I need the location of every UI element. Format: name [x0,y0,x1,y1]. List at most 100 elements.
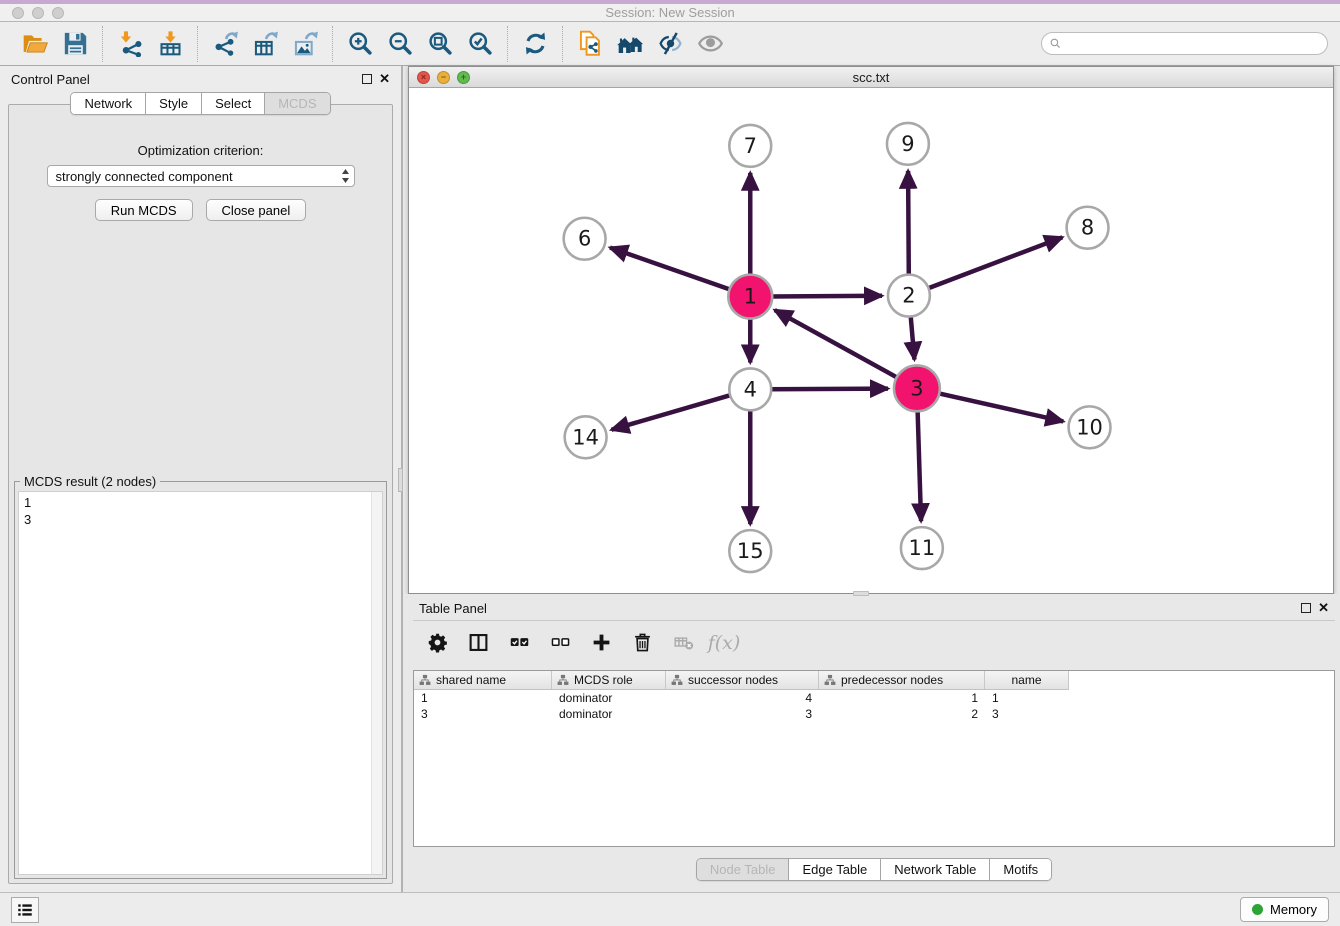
graph-node-label: 8 [1081,216,1094,240]
column-header-shared-name[interactable]: shared name [414,671,552,689]
table-row[interactable]: 3dominator323 [414,706,1334,722]
select-all-columns-button[interactable] [507,631,531,655]
mcds-result-list[interactable]: 13 [18,491,383,875]
graph-node-8[interactable]: 8 [1067,207,1109,249]
table-cell[interactable]: 1 [985,691,1069,705]
export-table-button[interactable] [247,26,283,62]
task-history-button[interactable] [11,897,39,923]
graph-node-1[interactable]: 1 [728,275,772,319]
column-header-label: shared name [436,673,506,687]
import-network-from-file-button[interactable] [112,26,148,62]
tab-network-table[interactable]: Network Table [881,859,990,880]
table-cell[interactable]: 1 [414,691,552,705]
network-window-maximize-button[interactable]: + [457,71,470,84]
show-all-button [692,26,728,62]
table-cell[interactable]: 2 [819,707,985,721]
splitter-handle[interactable] [853,591,869,596]
scrollbar[interactable] [371,492,382,874]
graph-edge-3-10[interactable] [937,393,1063,421]
tab-node-table[interactable]: Node Table [697,859,790,880]
graph-edge-1-2[interactable] [770,296,882,297]
zoom-in-button[interactable] [342,26,378,62]
graph-edge-2-9[interactable] [908,171,909,277]
workspace-column: ×−+ scc.txt 1234678910111415 Table Panel… [403,66,1340,892]
graph-node-15[interactable]: 15 [729,530,771,572]
open-session-button[interactable] [17,26,53,62]
apply-preferred-layout-button[interactable] [517,26,553,62]
float-panel-icon[interactable] [362,74,372,84]
graph-node-9[interactable]: 9 [887,123,929,165]
delete-selected-rows-button[interactable] [630,631,654,655]
table-cell[interactable]: 1 [819,691,985,705]
new-network-from-selection-button[interactable] [572,26,608,62]
search-box[interactable] [1041,32,1328,55]
zoom-fit-content-button[interactable] [422,26,458,62]
table-row[interactable]: 1dominator411 [414,690,1334,706]
graph-node-11[interactable]: 11 [901,527,943,569]
network-window-minimize-button[interactable]: − [437,71,450,84]
search-input[interactable] [1066,37,1320,51]
close-panel-button[interactable]: Close panel [206,199,307,221]
graph-edge-4-3[interactable] [769,389,888,390]
graph-node-3[interactable]: 3 [894,365,940,411]
tab-style[interactable]: Style [146,93,202,114]
export-image-button[interactable] [287,26,323,62]
horizontal-splitter[interactable] [403,594,1340,596]
table-cell[interactable]: 3 [985,707,1069,721]
graph-edge-4-14[interactable] [611,395,732,430]
export-network-button[interactable] [207,26,243,62]
graph-edge-3-11[interactable] [918,409,921,521]
show-column-panel-button[interactable] [466,631,490,655]
close-table-panel-icon[interactable]: ✕ [1318,603,1329,613]
save-session-button[interactable] [57,26,93,62]
table-options-button[interactable] [425,631,449,655]
column-header-successor-nodes[interactable]: successor nodes [666,671,819,689]
graph-node-7[interactable]: 7 [729,125,771,167]
table-cell[interactable]: dominator [552,707,666,721]
tab-motifs[interactable]: Motifs [990,859,1051,880]
first-neighbors-of-selected-button[interactable] [612,26,648,62]
close-panel-icon[interactable]: ✕ [379,74,390,84]
graph-node-4[interactable]: 4 [729,368,771,410]
gear-icon [427,632,448,653]
network-window-close-button[interactable]: × [417,71,430,84]
mcds-result-item[interactable]: 3 [24,511,368,528]
tab-select[interactable]: Select [202,93,265,114]
column-header-predecessor-nodes[interactable]: predecessor nodes [819,671,985,689]
columns-icon [468,632,489,653]
tab-mcds[interactable]: MCDS [265,93,329,114]
graph-node-2[interactable]: 2 [888,275,930,317]
table-cell[interactable]: 3 [666,707,819,721]
hide-selected-button[interactable] [652,26,688,62]
memory-button[interactable]: Memory [1240,897,1329,922]
graph-node-10[interactable]: 10 [1069,406,1111,448]
import-table-from-file-button[interactable] [152,26,188,62]
criterion-select[interactable]: strongly connected component [47,165,355,187]
graph-node-6[interactable]: 6 [564,218,606,260]
network-canvas[interactable]: 1 2 3 4 6 7 8 9 10 11 14 15 [409,88,1333,593]
graph-edge-2-8[interactable] [927,237,1063,289]
zoom-out-icon [387,30,414,57]
column-header-name[interactable]: name [985,671,1069,689]
unselect-all-columns-button[interactable] [548,631,572,655]
mcds-result-item[interactable]: 1 [24,494,368,511]
zoom-out-button[interactable] [382,26,418,62]
column-header-mcds-role[interactable]: MCDS role [552,671,666,689]
tab-network[interactable]: Network [71,93,146,114]
graph-edge-1-6[interactable] [610,248,731,290]
graph-node-label: 15 [737,539,764,563]
graph-edge-3-1[interactable] [775,310,899,378]
zoom-selected-region-button[interactable] [462,26,498,62]
graph-edge-2-3[interactable] [911,314,915,359]
float-table-panel-icon[interactable] [1301,603,1311,613]
run-mcds-button[interactable]: Run MCDS [95,199,193,221]
graph-node-14[interactable]: 14 [565,416,607,458]
table-cell[interactable]: 3 [414,707,552,721]
tab-edge-table[interactable]: Edge Table [789,859,881,880]
refresh-icon [522,30,549,57]
panel-splitter-handle[interactable] [398,468,403,492]
create-new-column-button[interactable] [589,631,613,655]
table-cell[interactable]: dominator [552,691,666,705]
network-window-titlebar[interactable]: ×−+ scc.txt [409,67,1333,88]
table-cell[interactable]: 4 [666,691,819,705]
